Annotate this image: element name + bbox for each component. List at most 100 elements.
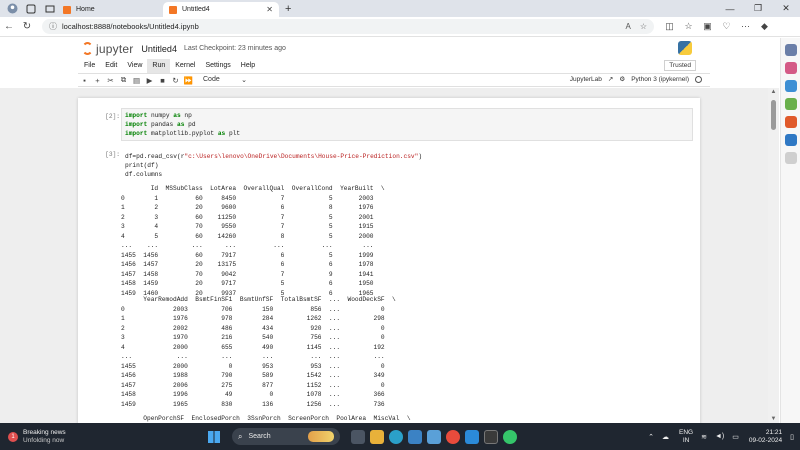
notebook-title[interactable]: Untitled4 [141, 44, 177, 54]
copilot-icon[interactable]: ◆ [755, 21, 774, 32]
cut-icon[interactable]: ✂ [104, 76, 117, 85]
menu-run[interactable]: Run [147, 59, 171, 73]
add-sidebar-app-icon[interactable] [784, 152, 797, 164]
favorites-icon[interactable]: ☆ [679, 21, 698, 32]
run-icon[interactable]: ▶ [143, 76, 156, 85]
clock-time: 21:21 [765, 428, 783, 436]
site-info-icon[interactable]: ⓘ [49, 21, 57, 32]
tab-label: Home [76, 6, 95, 13]
close-window-icon[interactable]: ✕ [772, 0, 800, 17]
cell-input[interactable]: df=pd.read_csv(r"c:\Users\lenovo\OneDriv… [121, 149, 693, 180]
shopping-icon[interactable] [784, 62, 797, 74]
browser-essentials-icon[interactable]: ♡ [717, 21, 736, 32]
volume-icon[interactable]: ◄) [715, 433, 724, 440]
edge-icon[interactable] [389, 429, 403, 444]
search-sidebar-icon[interactable] [784, 44, 797, 56]
jupyterlab-link[interactable]: JupyterLab [570, 76, 602, 83]
games-icon[interactable] [784, 98, 797, 110]
notifications-icon[interactable]: ▯ [790, 433, 794, 441]
tab-actions-icon[interactable] [43, 2, 57, 16]
settings-icon[interactable]: ⚙ [619, 75, 625, 83]
scrollbar-thumb[interactable] [771, 100, 776, 130]
notebook-scrollbar[interactable]: ▲ ▼ [768, 88, 779, 423]
terminal-icon[interactable] [484, 429, 498, 444]
restart-run-all-icon[interactable]: ⏩ [182, 76, 195, 85]
menu-file[interactable]: File [79, 59, 100, 73]
office-icon[interactable] [784, 116, 797, 128]
photos-icon[interactable] [427, 429, 441, 444]
menu-view[interactable]: View [122, 59, 147, 73]
split-screen-icon[interactable]: ◫ [660, 21, 679, 32]
windows-taskbar: 1 Breaking news Unfolding now ⌕ Search ⌃… [0, 423, 800, 450]
restart-icon[interactable]: ↻ [169, 76, 182, 85]
edge-sidebar [780, 38, 800, 423]
workspaces-icon[interactable] [24, 2, 38, 16]
cell-type-select[interactable]: Code ⌄ [203, 76, 247, 84]
new-tab-icon[interactable]: + [285, 3, 291, 15]
tab-home[interactable]: Home [57, 2, 163, 17]
jupyter-logo-icon [82, 42, 93, 55]
jupyter-favicon-icon [63, 5, 71, 14]
reload-icon[interactable]: ↻ [18, 21, 36, 32]
cell-prompt: [3]: [105, 151, 120, 158]
news-badge: 1 [8, 431, 18, 442]
read-aloud-icon[interactable]: A [625, 22, 630, 31]
jupyter-logo[interactable]: jupyter [82, 42, 133, 56]
copy-icon[interactable]: ⧉ [117, 75, 130, 85]
back-icon[interactable]: ← [0, 21, 18, 32]
code-line: df.columns [125, 171, 163, 178]
notebook-area: [2]: import numpy as np import pandas as… [0, 88, 768, 423]
menu-settings[interactable]: Settings [200, 59, 235, 73]
insert-cell-icon[interactable]: + [91, 76, 104, 85]
notebook-toolbar: ▪ + ✂ ⧉ ▤ ▶ ■ ↻ ⏩ Code ⌄ JupyterLab ↗ ⚙ … [78, 73, 710, 87]
cell-type-value: Code [203, 76, 220, 83]
language-indicator[interactable]: ENG IN [679, 429, 693, 445]
minimize-icon[interactable]: — [716, 0, 744, 17]
news-subtitle: Unfolding now [23, 436, 65, 444]
code-line: df=pd.read_csv(r"c:\Users\lenovo\OneDriv… [125, 153, 423, 160]
wifi-icon[interactable]: ≋ [701, 433, 707, 441]
show-hidden-icons-icon[interactable]: ⌃ [648, 433, 654, 441]
close-tab-icon[interactable]: ✕ [266, 5, 273, 14]
address-bar[interactable]: ⓘ localhost:8888/notebooks/Untitled4.ipy… [42, 19, 654, 34]
menu-edit[interactable]: Edit [100, 59, 122, 73]
store-icon[interactable] [408, 429, 422, 444]
scroll-up-icon[interactable]: ▲ [768, 89, 779, 95]
favorite-star-icon[interactable]: ☆ [640, 22, 647, 31]
cell-input[interactable]: import numpy as np import pandas as pd i… [121, 108, 693, 141]
window-controls: — ❐ ✕ [716, 0, 800, 17]
clock[interactable]: 21:21 09-02-2024 [749, 429, 782, 445]
file-explorer-icon[interactable] [370, 429, 384, 444]
language-code: ENG [679, 428, 694, 436]
kernel-name[interactable]: Python 3 (ipykernel) [631, 76, 689, 83]
chrome-icon[interactable] [446, 429, 460, 444]
battery-icon[interactable]: ▭ [732, 433, 739, 441]
trusted-badge[interactable]: Trusted [664, 60, 696, 71]
widgets-icon[interactable] [351, 429, 365, 444]
profile-icon[interactable] [5, 2, 19, 16]
menu-help[interactable]: Help [236, 59, 260, 73]
paste-icon[interactable]: ▤ [130, 76, 143, 85]
collections-icon[interactable]: ▣ [698, 21, 717, 32]
taskbar-search[interactable]: ⌕ Search [232, 428, 340, 445]
tab-untitled4[interactable]: Untitled4 ✕ [163, 2, 279, 17]
menu-kernel[interactable]: Kernel [170, 59, 200, 73]
news-title: Breaking news [23, 428, 66, 436]
windows-start-icon[interactable] [208, 430, 220, 443]
cell-output-table: Id MSSubClass LotArea OverallQual Overal… [121, 185, 385, 297]
save-icon[interactable]: ▪ [78, 76, 91, 85]
address-row: ← ↻ ⓘ localhost:8888/notebooks/Untitled4… [0, 17, 800, 37]
maximize-icon[interactable]: ❐ [744, 0, 772, 17]
news-widget[interactable]: 1 Breaking news Unfolding now [8, 429, 88, 445]
browser-toolbar: ◫ ☆ ▣ ♡ ··· ◆ [660, 21, 774, 32]
interrupt-icon[interactable]: ■ [156, 76, 169, 85]
kernel-info: JupyterLab ↗ ⚙ Python 3 (ipykernel) [564, 75, 702, 83]
cloud-icon[interactable]: ☁ [662, 433, 669, 441]
scroll-down-icon[interactable]: ▼ [768, 416, 779, 422]
code-line: import pandas as pd [125, 121, 196, 128]
tools-icon[interactable] [784, 80, 797, 92]
more-options-icon[interactable]: ··· [736, 21, 755, 32]
whatsapp-icon[interactable] [503, 429, 517, 444]
vscode-icon[interactable] [465, 429, 479, 444]
outlook-icon[interactable] [784, 134, 797, 146]
